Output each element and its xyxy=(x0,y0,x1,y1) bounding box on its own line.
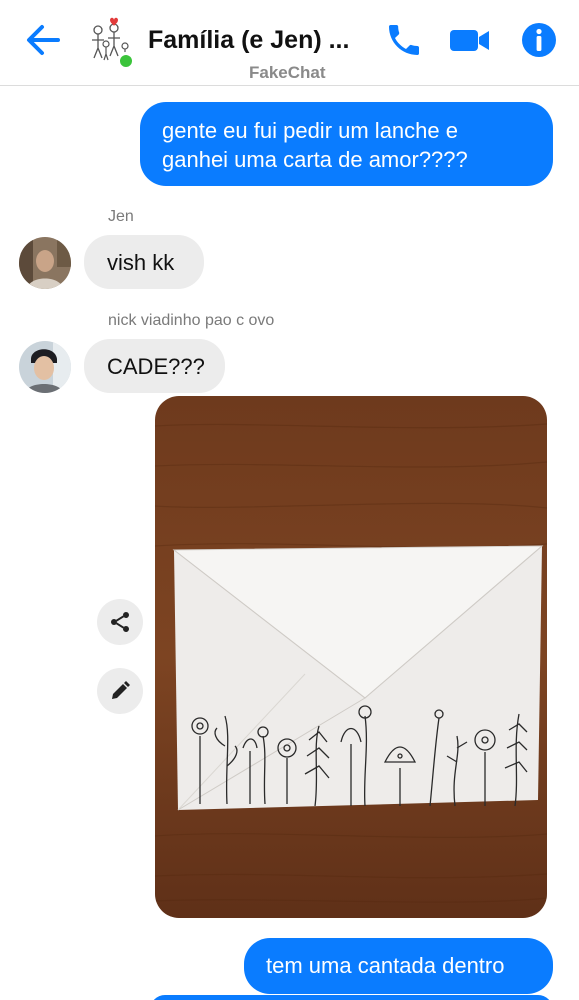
online-status-indicator xyxy=(117,52,135,70)
avatar-jen[interactable] xyxy=(19,237,71,289)
envelope-photo xyxy=(155,396,547,918)
video-call-button[interactable] xyxy=(448,20,492,60)
video-camera-icon xyxy=(450,30,489,51)
sender-name: nick viadinho pao c ovo xyxy=(108,312,275,329)
share-button[interactable] xyxy=(97,599,143,645)
chat-title[interactable]: Família (e Jen) ... xyxy=(148,26,349,55)
back-arrow-icon xyxy=(27,25,60,55)
message-text-line: gente eu fui pedir um lanche e xyxy=(162,118,458,143)
incoming-message[interactable]: vish kk xyxy=(84,235,204,289)
phone-icon xyxy=(389,25,419,55)
edit-button[interactable] xyxy=(97,668,143,714)
chat-subtitle: FakeChat xyxy=(249,63,326,82)
info-button[interactable] xyxy=(519,20,559,60)
image-message[interactable] xyxy=(155,396,547,918)
pencil-icon xyxy=(112,681,130,699)
message-text: vish kk xyxy=(107,250,175,275)
incoming-message[interactable]: CADE??? xyxy=(84,339,225,393)
outgoing-message[interactable]: gente eu fui pedir um lanche e ganhei um… xyxy=(140,102,553,186)
chat-header: Família (e Jen) ... FakeChat xyxy=(0,0,579,86)
message-text-line: ganhei uma carta de amor???? xyxy=(162,147,468,172)
call-button[interactable] xyxy=(384,20,424,60)
info-icon xyxy=(522,23,556,57)
share-icon xyxy=(111,612,129,632)
message-text: CADE??? xyxy=(107,354,205,379)
outgoing-message-partial[interactable] xyxy=(150,995,553,1000)
avatar-nick[interactable] xyxy=(19,341,71,393)
outgoing-message[interactable]: tem uma cantada dentro xyxy=(244,938,553,994)
message-text: tem uma cantada dentro xyxy=(266,953,505,978)
sender-name: Jen xyxy=(108,208,134,225)
back-button[interactable] xyxy=(22,22,62,58)
